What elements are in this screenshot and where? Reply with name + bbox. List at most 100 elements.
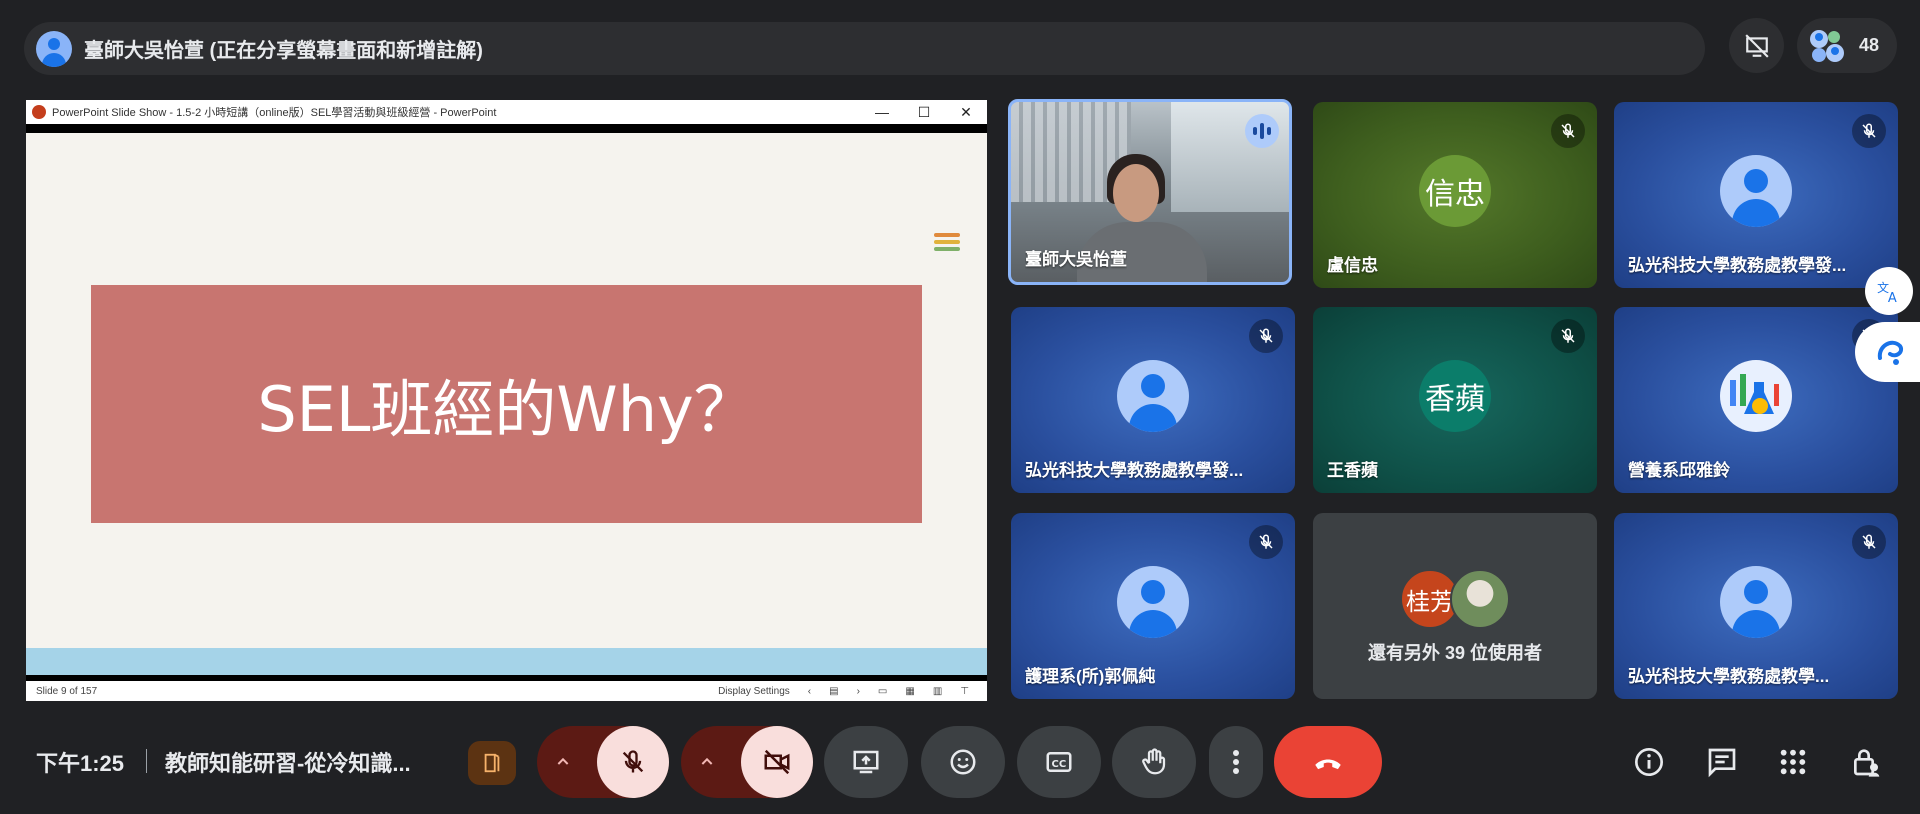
hide-presentation-button[interactable]: [1729, 18, 1784, 73]
more-options-button[interactable]: [1209, 726, 1263, 798]
lab-illustration-avatar: [1720, 360, 1792, 432]
reading-view-icon: ▥: [932, 685, 943, 697]
default-avatar-icon: [1720, 155, 1792, 227]
participant-name: 弘光科技大學教務處教學發...: [1628, 256, 1847, 275]
mic-off-icon: [1551, 319, 1585, 353]
leave-call-button[interactable]: [1274, 726, 1382, 798]
participant-name: 弘光科技大學教務處教學...: [1628, 667, 1830, 686]
ppt-window-title: PowerPoint Slide Show - 1.5-2 小時短講（onlin…: [52, 107, 497, 119]
present-button[interactable]: [824, 726, 908, 798]
info-icon: [1635, 748, 1663, 776]
more-avatars: 桂芳: [1400, 569, 1510, 629]
assistant-button[interactable]: [1855, 322, 1920, 382]
translate-button[interactable]: 文A: [1865, 267, 1913, 315]
display-settings: Display Settings: [718, 685, 790, 697]
sorter-view-icon: ▦: [905, 685, 915, 697]
slideshow-view-icon: ⊤: [960, 685, 969, 697]
powerpoint-icon: [32, 105, 46, 119]
camera-button[interactable]: [741, 726, 813, 798]
captions-icon: CC: [1046, 752, 1072, 772]
participant-tile[interactable]: 營養系邱雅鈴: [1614, 307, 1898, 493]
participant-count: 48: [1859, 35, 1880, 55]
participant-name: 弘光科技大學教務處教學發...: [1025, 461, 1244, 480]
slide: SEL班經的Why？: [26, 133, 987, 675]
reactions-button[interactable]: [921, 726, 1005, 798]
more-participants-tile[interactable]: 桂芳 還有另外 39 位使用者: [1313, 513, 1597, 699]
normal-view-icon: ▭: [877, 685, 888, 697]
end-call-icon: [1315, 759, 1341, 770]
divider: [146, 749, 147, 773]
captions-button[interactable]: CC: [1017, 726, 1101, 798]
mic-off-icon: [1852, 525, 1886, 559]
shared-screen[interactable]: PowerPoint Slide Show - 1.5-2 小時短講（onlin…: [26, 100, 987, 701]
close-icon: ✕: [960, 103, 972, 120]
default-avatar-icon: [1117, 566, 1189, 638]
host-controls-button[interactable]: [1848, 744, 1884, 780]
meeting-title[interactable]: 教師知能研習-從冷知識...: [165, 746, 411, 778]
video-off-icon: [764, 749, 790, 775]
emoji-icon: [950, 749, 976, 775]
current-time: 下午1:25: [36, 751, 125, 776]
slide-title-box: SEL班經的Why？: [91, 285, 922, 523]
mute-mic-button[interactable]: [597, 726, 669, 798]
ppt-statusbar: Slide 9 of 157 Display Settings ‹ ▤ › ▭ …: [26, 681, 987, 701]
no-slides-icon: [1744, 33, 1769, 58]
participant-tile[interactable]: 臺師大吳怡萱: [1008, 99, 1292, 285]
slide-menu-icon: ▤: [829, 685, 839, 697]
activities-button[interactable]: [1775, 744, 1811, 780]
participant-tile[interactable]: 香蘋 王香蘋: [1313, 307, 1597, 493]
speaking-indicator-icon: [1245, 114, 1279, 148]
participant-photo-avatar: [1450, 569, 1510, 629]
mic-off-icon: [1852, 114, 1886, 148]
participant-tile[interactable]: 弘光科技大學教務處教學...: [1614, 513, 1898, 699]
activities-icon: [1780, 749, 1806, 775]
breakout-room-button[interactable]: [468, 741, 516, 785]
svg-text:CC: CC: [1052, 759, 1067, 770]
more-participants-label: 還有另外 39 位使用者: [1367, 643, 1543, 663]
raise-hand-icon: [1142, 748, 1166, 775]
present-icon: [853, 750, 879, 774]
participant-tile[interactable]: 弘光科技大學教務處教學發...: [1011, 307, 1295, 493]
participant-tile[interactable]: 護理系(所)郭佩純: [1011, 513, 1295, 699]
participant-name: 營養系邱雅鈴: [1628, 461, 1730, 480]
participant-avatar: 香蘋: [1419, 360, 1491, 432]
people-icon: [1810, 29, 1844, 62]
raise-hand-button[interactable]: [1112, 726, 1196, 798]
presenter-label: 臺師大吳怡萱 (正在分享螢幕畫面和新增註解): [84, 40, 483, 62]
ppt-titlebar: PowerPoint Slide Show - 1.5-2 小時短講（onlin…: [26, 100, 987, 124]
assistant-icon: [1877, 340, 1903, 365]
slide-footer-band: [26, 648, 987, 675]
chevron-up-icon: [543, 726, 583, 798]
participant-name: 護理系(所)郭佩純: [1025, 667, 1156, 686]
next-slide-icon: ›: [856, 685, 860, 697]
translate-icon: 文A: [1877, 281, 1897, 304]
default-avatar-icon: [1117, 360, 1189, 432]
participant-name: 盧信忠: [1327, 256, 1378, 275]
mic-off-icon: [1249, 319, 1283, 353]
mic-off-icon: [1551, 114, 1585, 148]
minimize-icon: —: [875, 104, 889, 120]
mic-off-icon: [622, 750, 644, 773]
presenter-banner[interactable]: 臺師大吳怡萱 (正在分享螢幕畫面和新增註解): [24, 22, 1705, 75]
meet-window: 臺師大吳怡萱 (正在分享螢幕畫面和新增註解) 48 PowerPoint Sli…: [0, 0, 1920, 814]
maximize-icon: ☐: [917, 103, 931, 120]
meeting-details-button[interactable]: [1631, 744, 1667, 780]
participant-name: 臺師大吳怡萱: [1025, 250, 1127, 269]
participant-name: 王香蘋: [1327, 461, 1378, 480]
prev-slide-icon: ‹: [807, 685, 812, 697]
more-vert-icon: [1233, 750, 1239, 774]
slide-decoration: [934, 233, 960, 254]
host-controls-icon: [1854, 749, 1880, 777]
participants-button[interactable]: 48: [1797, 18, 1897, 73]
presenter-avatar: [36, 30, 72, 67]
participant-avatar: 信忠: [1419, 155, 1491, 227]
chat-icon: [1708, 748, 1736, 778]
default-avatar-icon: [1720, 566, 1792, 638]
mic-off-icon: [1249, 525, 1283, 559]
participant-tile[interactable]: 信忠 盧信忠: [1313, 102, 1597, 288]
room-icon: [484, 753, 500, 773]
participant-tile[interactable]: 弘光科技大學教務處教學發...: [1614, 102, 1898, 288]
chat-button[interactable]: [1704, 744, 1740, 780]
slide-heading: SEL班經的Why？: [257, 373, 756, 446]
chevron-up-icon: [687, 726, 727, 798]
